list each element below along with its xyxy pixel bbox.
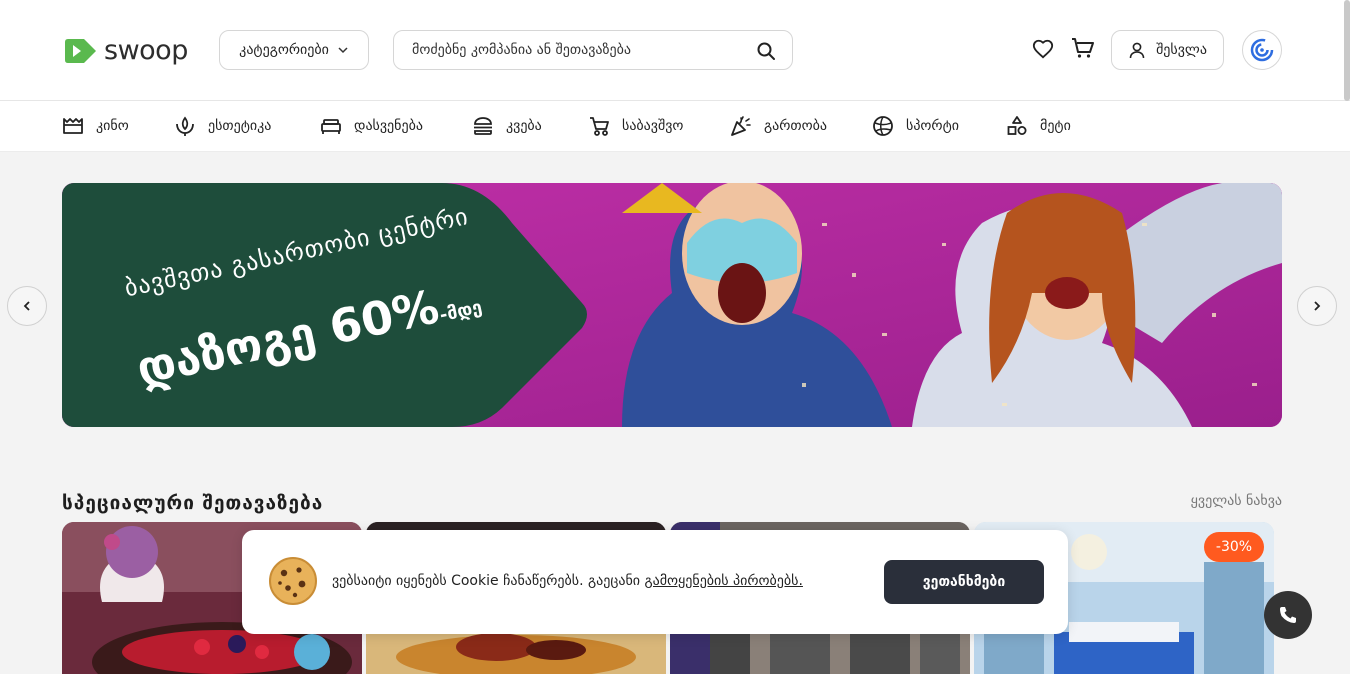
- banner-headline-suffix: -მდე: [437, 296, 484, 327]
- category-label: მეტი: [1040, 118, 1071, 134]
- swirl-icon: [1250, 38, 1274, 62]
- see-all-link[interactable]: ყველას ნახვა: [1191, 493, 1282, 509]
- accept-cookies-button[interactable]: ვეთანხმები: [884, 560, 1044, 604]
- category-label: დასვენება: [354, 118, 423, 134]
- call-button[interactable]: [1264, 591, 1312, 639]
- chevron-right-icon: [1314, 301, 1321, 311]
- login-button[interactable]: შესვლა: [1111, 30, 1224, 70]
- assistant-avatar-button[interactable]: [1242, 30, 1282, 70]
- section-title: სპეციალური შეთავაზება: [62, 492, 324, 514]
- beauty-icon: [176, 116, 194, 136]
- cart-icon[interactable]: [1071, 37, 1095, 59]
- category-label: სპორტი: [906, 118, 959, 134]
- search-placeholder: მოძებნე კომპანია ან შეთავაზება: [412, 42, 631, 58]
- cinema-icon: [63, 118, 83, 134]
- category-nav: კინო ესთეტიკა დასვენება კვება საბავშვო გ…: [0, 101, 1350, 152]
- cookie-text: ვებსაიტი იყენებს Cookie ჩანაწერებს. გაეც…: [332, 573, 645, 589]
- logo-text: swoop: [104, 35, 188, 66]
- stroller-icon: [590, 117, 609, 136]
- categories-dropdown-button[interactable]: კატეგორიები: [219, 30, 369, 70]
- carousel-prev-button[interactable]: [7, 286, 47, 326]
- login-label: შესვლა: [1156, 42, 1207, 58]
- category-label: გართობა: [764, 118, 827, 134]
- logo-icon: [65, 38, 96, 63]
- chevron-left-icon: [23, 301, 30, 311]
- party-icon: [731, 116, 751, 136]
- category-beauty[interactable]: ესთეტიკა: [174, 115, 271, 137]
- search-icon[interactable]: [756, 41, 776, 61]
- banner-image: [62, 183, 1282, 427]
- search-input[interactable]: მოძებნე კომპანია ან შეთავაზება: [393, 30, 793, 70]
- category-cinema[interactable]: კინო: [62, 115, 129, 137]
- discount-badge: -30%: [1204, 532, 1264, 562]
- cookie-icon: [269, 557, 317, 605]
- header: swoop კატეგორიები მოძებნე კომპანია ან შე…: [0, 0, 1350, 101]
- burger-icon: [474, 117, 492, 135]
- page-scrollbar[interactable]: [1344, 0, 1350, 101]
- category-sport[interactable]: სპორტი: [872, 115, 959, 137]
- category-label: საბავშვო: [622, 118, 684, 134]
- category-kids[interactable]: საბავშვო: [588, 115, 683, 137]
- ball-icon: [873, 116, 893, 136]
- category-food[interactable]: კვება: [472, 115, 542, 137]
- category-label: კინო: [96, 118, 129, 134]
- category-more[interactable]: მეტი: [1006, 115, 1071, 137]
- category-label: ესთეტიკა: [208, 118, 272, 134]
- user-icon: [1129, 42, 1145, 59]
- carousel-next-button[interactable]: [1297, 286, 1337, 326]
- chevron-down-icon: [338, 47, 348, 54]
- shapes-icon: [1007, 116, 1027, 135]
- category-entertainment[interactable]: გართობა: [730, 115, 827, 137]
- category-rest[interactable]: დასვენება: [320, 115, 423, 137]
- cookie-message: ვებსაიტი იყენებს Cookie ჩანაწერებს. გაეც…: [332, 573, 803, 589]
- terms-link[interactable]: გამოყენების პირობებს.: [644, 573, 802, 589]
- categories-label: კატეგორიები: [239, 42, 329, 58]
- swoop-logo[interactable]: swoop: [62, 35, 188, 66]
- promo-banner[interactable]: ბავშვთა გასართობი ცენტრი დაზოგე 60%-მდე: [62, 183, 1282, 427]
- category-label: კვება: [506, 118, 542, 134]
- heart-icon[interactable]: [1032, 38, 1054, 60]
- cookie-consent-dialog: ვებსაიტი იყენებს Cookie ჩანაწერებს. გაეც…: [242, 530, 1068, 634]
- bed-icon: [321, 119, 341, 134]
- phone-icon: [1280, 604, 1296, 623]
